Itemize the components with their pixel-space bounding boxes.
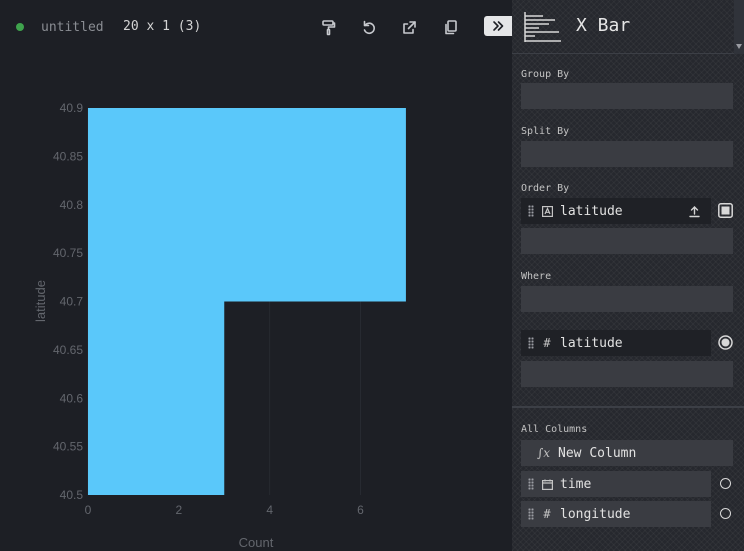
order-by-label: Order By xyxy=(521,183,570,194)
copy-icon[interactable] xyxy=(439,16,461,38)
table-dimensions: 20 x 1 (3) xyxy=(123,19,202,34)
y-axis-label: latitude xyxy=(33,280,48,322)
number-type-icon: # xyxy=(543,507,551,521)
new-column-label: New Column xyxy=(558,445,637,461)
column-name: time xyxy=(560,476,592,492)
active-column-toggle[interactable] xyxy=(718,335,733,350)
plugin-selector[interactable]: X Bar xyxy=(512,0,734,54)
drag-handle-icon[interactable] xyxy=(528,478,534,490)
chart-bars xyxy=(88,108,406,495)
paint-roller-icon[interactable] xyxy=(317,16,339,38)
y-tick-label: 40.9 xyxy=(60,101,84,115)
y-tick-label: 40.85 xyxy=(53,149,83,163)
active-column-pill[interactable]: # latitude xyxy=(521,330,711,356)
export-icon[interactable] xyxy=(398,16,420,38)
status-bar: untitled 20 x 1 (3) xyxy=(0,0,512,54)
sidebar-divider[interactable] xyxy=(512,406,744,408)
y-axis: 40.5 40.55 40.6 40.65 40.7 40.75 40.8 40.85 40.9 xyxy=(53,101,83,502)
where-label: Where xyxy=(521,271,552,282)
column-toggle-time[interactable] xyxy=(720,478,731,489)
columns-dropzone[interactable] xyxy=(521,361,733,387)
new-column-button[interactable]: ∫x New Column xyxy=(521,440,733,466)
order-by-pill[interactable]: latitude xyxy=(521,198,711,224)
y-tick-label: 40.6 xyxy=(60,391,84,405)
y-tick-label: 40.8 xyxy=(60,198,84,212)
x-tick-label: 4 xyxy=(266,503,273,517)
column-name: longitude xyxy=(560,506,631,522)
y-tick-label: 40.75 xyxy=(53,246,83,260)
column-row-time[interactable]: time xyxy=(521,471,711,497)
calendar-icon xyxy=(541,479,553,490)
table-name[interactable]: untitled xyxy=(41,20,104,35)
x-tick-label: 0 xyxy=(85,503,92,517)
undo-icon[interactable] xyxy=(358,16,380,38)
x-axis-label: Count xyxy=(239,535,274,550)
split-by-dropzone[interactable] xyxy=(521,141,733,167)
bar-0[interactable] xyxy=(88,301,225,496)
plugin-dropdown-scrollbar[interactable] xyxy=(734,0,744,54)
y-tick-label: 40.5 xyxy=(60,488,84,502)
y-tick-label: 40.55 xyxy=(53,440,83,454)
config-sidebar: X Bar Group By Split By Order By latitud… xyxy=(512,0,744,551)
sort-ascending-icon[interactable] xyxy=(687,204,701,218)
collapse-chevrons-icon xyxy=(493,21,504,31)
x-bar-chart-icon xyxy=(524,12,561,42)
plugin-name: X Bar xyxy=(576,15,631,36)
all-columns-label: All Columns xyxy=(521,424,588,435)
drag-handle-icon[interactable] xyxy=(528,205,534,217)
order-by-dropzone[interactable] xyxy=(521,228,733,254)
y-tick-label: 40.7 xyxy=(60,295,84,309)
collapse-sidebar-button[interactable] xyxy=(484,16,512,36)
function-icon: ∫x xyxy=(537,446,551,460)
column-row-longitude[interactable]: # longitude xyxy=(521,501,711,527)
x-axis: 0 2 4 6 xyxy=(85,503,365,517)
string-type-icon xyxy=(541,205,553,217)
active-column-name: latitude xyxy=(560,335,623,351)
x-bar-chart[interactable]: 40.5 40.55 40.6 40.65 40.7 40.75 40.8 40.85 40.9… xyxy=(0,54,512,551)
x-tick-label: 6 xyxy=(357,503,364,517)
column-toggle-longitude[interactable] xyxy=(720,508,731,519)
order-by-column-name: latitude xyxy=(560,203,623,219)
group-by-label: Group By xyxy=(521,69,570,80)
where-dropzone[interactable] xyxy=(521,286,733,312)
bar-1[interactable] xyxy=(88,108,406,302)
split-by-label: Split By xyxy=(521,126,570,137)
y-tick-label: 40.65 xyxy=(53,343,83,357)
group-by-dropzone[interactable] xyxy=(521,83,733,109)
connection-status-dot xyxy=(16,23,24,31)
x-tick-label: 2 xyxy=(175,503,182,517)
order-by-checkbox[interactable] xyxy=(718,203,733,218)
number-type-icon: # xyxy=(543,336,551,350)
drag-handle-icon[interactable] xyxy=(528,337,534,349)
drag-handle-icon[interactable] xyxy=(528,508,534,520)
